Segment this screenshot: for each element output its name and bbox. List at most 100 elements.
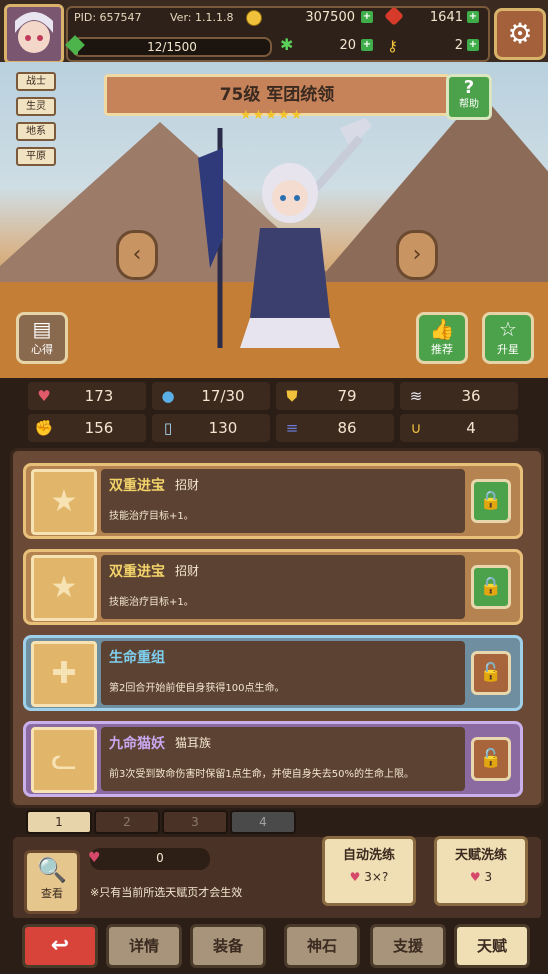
- stat-hp: ♥ 173: [28, 382, 146, 410]
- hero-character: [198, 118, 372, 348]
- key-amount: 2: [454, 38, 463, 53]
- lock-icon[interactable]: 🔒: [471, 479, 511, 523]
- gold-coin-icon: [246, 10, 262, 26]
- prev-hero-button[interactable]: ‹: [116, 230, 158, 280]
- recommend-label: 推荐: [431, 343, 453, 356]
- heart-icon: ♥: [37, 387, 51, 405]
- page-tab-4[interactable]: 4: [230, 810, 296, 834]
- stats-grid: ♥ 173 ● 17/30 ⛊ 79 ≋ 36 ✊ 156 ▯ 130 ≡ 86 ∪ 4: [28, 380, 520, 444]
- stat-resist: ≡ 86: [276, 414, 394, 442]
- talent-card[interactable]: ★ 双重进宝 招财 技能治疗目标+1。 🔒: [23, 463, 523, 539]
- stat-value: 4: [466, 419, 476, 437]
- gold-amount: 307500: [305, 10, 355, 25]
- notes-button[interactable]: ▤ 心得: [16, 312, 68, 364]
- talent-card[interactable]: ★ 双重进宝 招财 技能治疗目标+1。 🔒: [23, 549, 523, 625]
- recommend-button[interactable]: 👍 推荐: [416, 312, 468, 364]
- talent-reroll-label: 天赋洗练: [454, 848, 507, 863]
- star-badge-icon: ★: [31, 469, 97, 535]
- talent-card[interactable]: ᓚ 九命猫妖 猫耳族 前3次受到致命伤害时保留1点生命，并使自身失去50%的生命…: [23, 721, 523, 797]
- stat-value: 173: [84, 387, 114, 405]
- hero-tag-class: 战士: [16, 72, 56, 91]
- potion-icon: ♥: [349, 870, 361, 884]
- nav-equipment[interactable]: 装备: [190, 924, 266, 968]
- hero-tag-element: 地系: [16, 122, 56, 141]
- book-icon: ▯: [163, 419, 173, 437]
- add-clover-button[interactable]: +: [361, 39, 373, 51]
- add-gem-button[interactable]: +: [467, 11, 479, 23]
- shield-icon: ⛊: [286, 387, 298, 405]
- stat-value: 36: [461, 387, 481, 405]
- talent-body: 双重进宝 招财 技能治疗目标+1。: [101, 555, 465, 619]
- stat-value: 86: [337, 419, 357, 437]
- stat-magic: ▯ 130: [152, 414, 270, 442]
- star-icon: ☆: [499, 317, 517, 341]
- hero-tag-terrain: 平原: [16, 147, 56, 166]
- stat-attack: ✊ 156: [28, 414, 146, 442]
- talent-list: ★ 双重进宝 招财 技能治疗目标+1。 🔒 ★ 双重进宝 招财 技能治疗目标+1…: [10, 448, 544, 808]
- talent-desc: 技能治疗目标+1。: [109, 511, 194, 522]
- stat-value: 130: [208, 419, 238, 437]
- upgrade-star-label: 升星: [497, 343, 519, 356]
- magnifier-icon: 🔍: [37, 856, 67, 884]
- page-tab-3[interactable]: 3: [162, 810, 228, 834]
- talent-card[interactable]: ✚ 生命重组 第2回合开始前使自身获得100点生命。 🔓: [23, 635, 523, 711]
- page-tab-1[interactable]: 1: [26, 810, 92, 834]
- gem-amount: 1641: [429, 10, 463, 25]
- xp-text: 12/1500: [147, 40, 197, 54]
- fist-icon: ✊: [34, 419, 54, 437]
- view-label: 查看: [41, 887, 63, 900]
- talent-desc: 前3次受到致命伤害时保留1点生命，并使自身失去50%的生命上限。: [109, 769, 414, 780]
- thumbs-up-icon: 👍: [429, 317, 455, 341]
- talent-name: 双重进宝: [109, 478, 165, 494]
- hero-tag-race: 生灵: [16, 97, 56, 116]
- stat-luck: ∪ 4: [400, 414, 518, 442]
- version-label: Ver: 1.1.1.8: [170, 11, 234, 24]
- stat-value: 156: [84, 419, 114, 437]
- stat-defense: ⛊ 79: [276, 382, 394, 410]
- nav-support[interactable]: 支援: [370, 924, 446, 968]
- reroll-resource-amount: 0: [156, 851, 164, 865]
- notebook-icon: ▤: [32, 317, 52, 341]
- water-drop-icon: ●: [161, 387, 175, 405]
- lock-icon[interactable]: 🔒: [471, 565, 511, 609]
- star-badge-icon: ★: [31, 555, 97, 621]
- add-gold-button[interactable]: +: [361, 11, 373, 23]
- auto-reroll-cost: 3×?: [364, 870, 389, 884]
- talent-name: 生命重组: [109, 650, 165, 666]
- talent-sub: 猫耳族: [175, 736, 212, 750]
- stat-speed: ≋ 36: [400, 382, 518, 410]
- question-icon: ?: [463, 77, 475, 98]
- back-arrow-icon[interactable]: ↩: [22, 924, 98, 968]
- talent-reroll-button[interactable]: 天赋洗练 ♥ 3: [434, 836, 528, 906]
- view-button[interactable]: 🔍 查看: [24, 850, 80, 914]
- talent-body: 双重进宝 招财 技能治疗目标+1。: [101, 469, 465, 533]
- cat-badge-icon: ᓚ: [31, 727, 97, 793]
- talent-reroll-cost: 3: [484, 870, 493, 884]
- unlock-icon[interactable]: 🔓: [471, 737, 511, 781]
- potion-icon: ♥: [469, 870, 481, 884]
- add-key-button[interactable]: +: [467, 39, 479, 51]
- clover-amount: 20: [339, 38, 356, 53]
- nav-details[interactable]: 详情: [106, 924, 182, 968]
- auto-reroll-button[interactable]: 自动洗练 ♥ 3×?: [322, 836, 416, 906]
- upgrade-star-button[interactable]: ☆ 升星: [482, 312, 534, 364]
- nav-godstone[interactable]: 神石: [284, 924, 360, 968]
- clover-icon: ✱: [280, 35, 294, 54]
- next-hero-button[interactable]: ›: [396, 230, 438, 280]
- player-avatar[interactable]: [4, 4, 64, 64]
- talent-body: 生命重组 第2回合开始前使自身获得100点生命。: [101, 641, 465, 705]
- horseshoe-icon: ∪: [410, 419, 422, 437]
- talent-sub: 招财: [175, 478, 200, 492]
- key-icon: ⚷: [387, 37, 398, 55]
- player-id: PID: 657547: [74, 11, 142, 24]
- reroll-note: ※只有当前所选天赋页才会生效: [90, 886, 243, 899]
- notes-label: 心得: [31, 343, 53, 356]
- help-button[interactable]: ? 帮助: [446, 74, 492, 120]
- talent-desc: 技能治疗目标+1。: [109, 597, 194, 608]
- settings-gear-icon[interactable]: ⚙: [494, 8, 546, 60]
- unlock-icon[interactable]: 🔓: [471, 651, 511, 695]
- page-tab-2[interactable]: 2: [94, 810, 160, 834]
- stat-mana: ● 17/30: [152, 382, 270, 410]
- xp-bar: 12/1500: [72, 37, 272, 57]
- nav-talent[interactable]: 天赋: [454, 924, 530, 968]
